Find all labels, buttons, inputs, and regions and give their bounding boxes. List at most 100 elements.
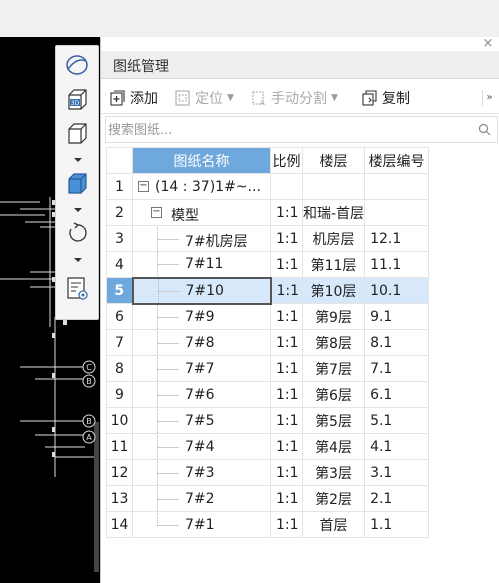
- floor-no-cell[interactable]: 7.1: [364, 355, 430, 382]
- drawing-name-cell[interactable]: 7#1: [132, 511, 271, 538]
- column-header-floor-no[interactable]: 楼层编号: [364, 147, 430, 174]
- search-input[interactable]: [108, 120, 468, 140]
- floor-no-cell[interactable]: [364, 199, 430, 226]
- drawing-name-cell[interactable]: 7#2: [132, 485, 271, 512]
- panel-close-button[interactable]: ×: [482, 37, 494, 50]
- table-row[interactable]: 8 7#7 1:1 第7层 7.1: [106, 355, 430, 382]
- floor-cell[interactable]: 第9层: [301, 303, 366, 330]
- scale-cell[interactable]: 1:1: [270, 329, 303, 356]
- drawing-name-cell[interactable]: 7#10: [131, 276, 272, 305]
- floor-no-cell[interactable]: 2.1: [364, 485, 430, 512]
- floor-cell[interactable]: 第10层: [301, 277, 366, 304]
- table-row[interactable]: 2− 模型 1:1 和瑞-首层: [106, 199, 430, 226]
- scale-cell[interactable]: 1:1: [270, 251, 303, 278]
- scale-cell[interactable]: 1:1: [270, 407, 303, 434]
- scale-cell[interactable]: 1:1: [270, 303, 303, 330]
- table-row[interactable]: 3 7#机房层 1:1 机房层 12.1: [106, 225, 430, 252]
- floor-cell[interactable]: [301, 173, 366, 200]
- collapse-icon[interactable]: −: [138, 180, 149, 192]
- table-row[interactable]: 4 7#11 1:1 第11层 11.1: [106, 251, 430, 278]
- copy-button[interactable]: 复制: [361, 88, 410, 108]
- rotate-button[interactable]: [60, 218, 94, 248]
- add-button[interactable]: 添加: [109, 88, 158, 108]
- table-row[interactable]: 12 7#3 1:1 第3层 3.1: [106, 459, 430, 486]
- column-header-scale[interactable]: 比例: [270, 147, 303, 174]
- drawing-name-cell[interactable]: 7#4: [132, 433, 271, 460]
- floor-no-cell[interactable]: 3.1: [364, 459, 430, 486]
- floor-cell[interactable]: 第6层: [301, 381, 366, 408]
- table-row[interactable]: 11 7#4 1:1 第4层 4.1: [106, 433, 430, 460]
- panel-title: 图纸管理: [113, 59, 169, 75]
- floor-no-cell[interactable]: 5.1: [364, 407, 430, 434]
- table-row[interactable]: 13 7#2 1:1 第2层 2.1: [106, 485, 430, 512]
- locate-button[interactable]: 定位 ▼: [174, 88, 234, 108]
- scale-cell[interactable]: 1:1: [270, 381, 303, 408]
- search-icon[interactable]: [478, 123, 491, 136]
- floor-cell[interactable]: 第8层: [301, 329, 366, 356]
- drawing-name-cell[interactable]: 7#9: [132, 303, 271, 330]
- axis-label-b1: B: [86, 377, 92, 386]
- 3d-view-button[interactable]: 3D: [60, 84, 94, 114]
- chevron-down-icon[interactable]: ▼: [227, 93, 234, 103]
- drawing-name-cell[interactable]: 7#11: [132, 251, 271, 278]
- table-row[interactable]: 9 7#6 1:1 第6层 6.1: [106, 381, 430, 408]
- chevron-down-icon[interactable]: [73, 206, 83, 214]
- table-row[interactable]: 14 7#1 1:1 首层 1.1: [106, 511, 430, 538]
- floor-cell[interactable]: 第5层: [301, 407, 366, 434]
- table-row[interactable]: 10 7#5 1:1 第5层 5.1: [106, 407, 430, 434]
- floor-cell[interactable]: 第4层: [301, 433, 366, 460]
- drawing-name-cell[interactable]: 7#机房层: [132, 225, 271, 252]
- scale-cell[interactable]: 1:1: [270, 459, 303, 486]
- drawing-name-cell[interactable]: − 模型: [132, 199, 271, 226]
- floor-no-cell[interactable]: [364, 173, 430, 200]
- chevron-down-icon[interactable]: ▼: [331, 93, 338, 103]
- floor-cell[interactable]: 首层: [301, 511, 366, 538]
- scale-cell[interactable]: 1:1: [270, 225, 303, 252]
- scale-cell[interactable]: 1:1: [270, 355, 303, 382]
- row-index: 2: [106, 199, 133, 226]
- table-row[interactable]: 5 7#10 1:1 第10层 10.1: [106, 276, 430, 305]
- orbit-button[interactable]: [60, 50, 94, 80]
- scale-cell[interactable]: 1:1: [270, 199, 303, 226]
- table-row[interactable]: 6 7#9 1:1 第9层 9.1: [106, 303, 430, 330]
- scale-cell[interactable]: [270, 173, 303, 200]
- column-header-name[interactable]: 图纸名称: [132, 147, 271, 174]
- floor-no-cell[interactable]: 12.1: [364, 225, 430, 252]
- view-cube-button[interactable]: [60, 118, 94, 148]
- floor-no-cell[interactable]: 9.1: [364, 303, 430, 330]
- drawing-name-cell[interactable]: 7#7: [132, 355, 271, 382]
- drawing-name-cell[interactable]: 7#3: [132, 459, 271, 486]
- floor-no-cell[interactable]: 8.1: [364, 329, 430, 356]
- floor-no-cell[interactable]: 4.1: [364, 433, 430, 460]
- manual-split-button[interactable]: A 手动分割 ▼: [250, 88, 338, 108]
- solid-view-button[interactable]: [60, 168, 94, 198]
- chevron-down-icon[interactable]: [73, 156, 83, 164]
- floor-no-cell[interactable]: 10.1: [364, 277, 430, 304]
- floor-cell[interactable]: 和瑞-首层: [301, 199, 366, 226]
- column-header-floor[interactable]: 楼层: [301, 147, 366, 174]
- floor-no-cell[interactable]: 11.1: [364, 251, 430, 278]
- drawing-name-cell[interactable]: 7#5: [132, 407, 271, 434]
- floor-no-cell[interactable]: 1.1: [364, 511, 430, 538]
- toolbar-overflow-button[interactable]: »: [482, 90, 496, 106]
- drawing-name-cell[interactable]: 7#6: [132, 381, 271, 408]
- table-row[interactable]: 1− (14 : 37)1#~...: [106, 173, 430, 200]
- scale-cell[interactable]: 1:1: [270, 433, 303, 460]
- floor-cell[interactable]: 第7层: [301, 355, 366, 382]
- table-row[interactable]: 7 7#8 1:1 第8层 8.1: [106, 329, 430, 356]
- floor-cell[interactable]: 第11层: [301, 251, 366, 278]
- drawing-name-cell[interactable]: − (14 : 37)1#~...: [132, 173, 271, 200]
- view-toolstrip: 3D: [55, 45, 99, 320]
- floor-cell[interactable]: 第3层: [301, 459, 366, 486]
- chevron-down-icon[interactable]: [73, 256, 83, 264]
- floor-cell[interactable]: 机房层: [301, 225, 366, 252]
- floor-no-cell[interactable]: 6.1: [364, 381, 430, 408]
- scale-cell[interactable]: 1:1: [270, 277, 303, 304]
- rotate-icon: [69, 222, 87, 242]
- scale-cell[interactable]: 1:1: [270, 485, 303, 512]
- collapse-icon[interactable]: −: [151, 206, 162, 218]
- drawing-list-button[interactable]: [60, 274, 94, 304]
- scale-cell[interactable]: 1:1: [270, 511, 303, 538]
- floor-cell[interactable]: 第2层: [301, 485, 366, 512]
- drawing-name-cell[interactable]: 7#8: [132, 329, 271, 356]
